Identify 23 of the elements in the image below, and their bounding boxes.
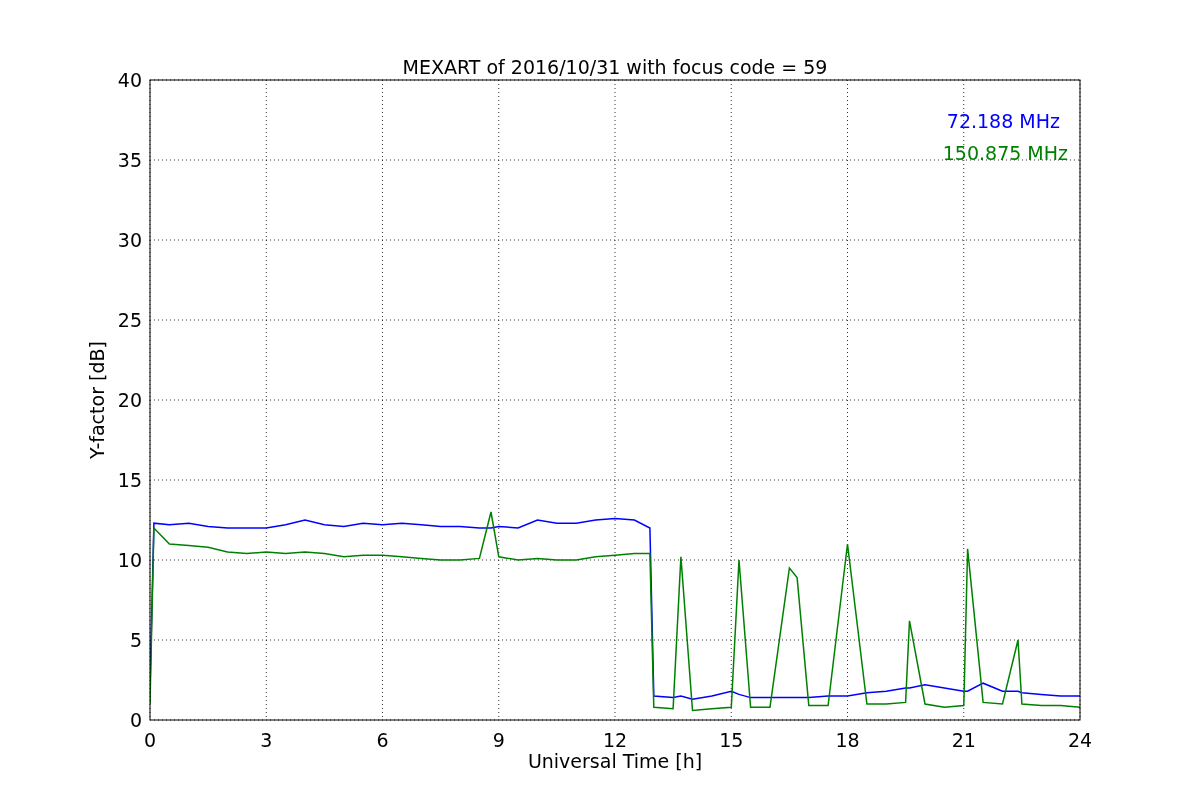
x-tick-label: 21 [951, 729, 976, 751]
legend-label: 72.188 MHz [946, 110, 1060, 132]
x-axis-label: Universal Time [h] [527, 750, 703, 772]
y-axis-label: Y-factor [dB] [86, 341, 108, 459]
y-tick-label: 5 [129, 629, 142, 651]
x-tick-label: 6 [376, 729, 389, 751]
y-tick-label: 35 [117, 149, 142, 171]
x-tick-label: 24 [1067, 729, 1093, 751]
y-tick-label: 40 [117, 69, 142, 91]
x-tick-label: 15 [719, 729, 744, 751]
legend-label: 150.875 MHz [942, 142, 1068, 164]
y-tick-label: 30 [117, 229, 142, 251]
x-tick-label: 12 [602, 729, 628, 751]
y-tick-label: 25 [117, 309, 142, 331]
x-tick-label: 18 [835, 729, 860, 751]
x-tick-label: 9 [492, 729, 505, 751]
y-tick-label: 20 [117, 389, 142, 411]
x-tick-label: 3 [260, 729, 273, 751]
y-tick-label: 10 [117, 549, 142, 571]
x-tick-label: 0 [143, 729, 157, 751]
y-tick-label: 15 [117, 469, 142, 491]
chart-title: MEXART of 2016/10/31 with focus code = 59 [402, 56, 828, 78]
y-tick-label: 0 [129, 709, 142, 731]
